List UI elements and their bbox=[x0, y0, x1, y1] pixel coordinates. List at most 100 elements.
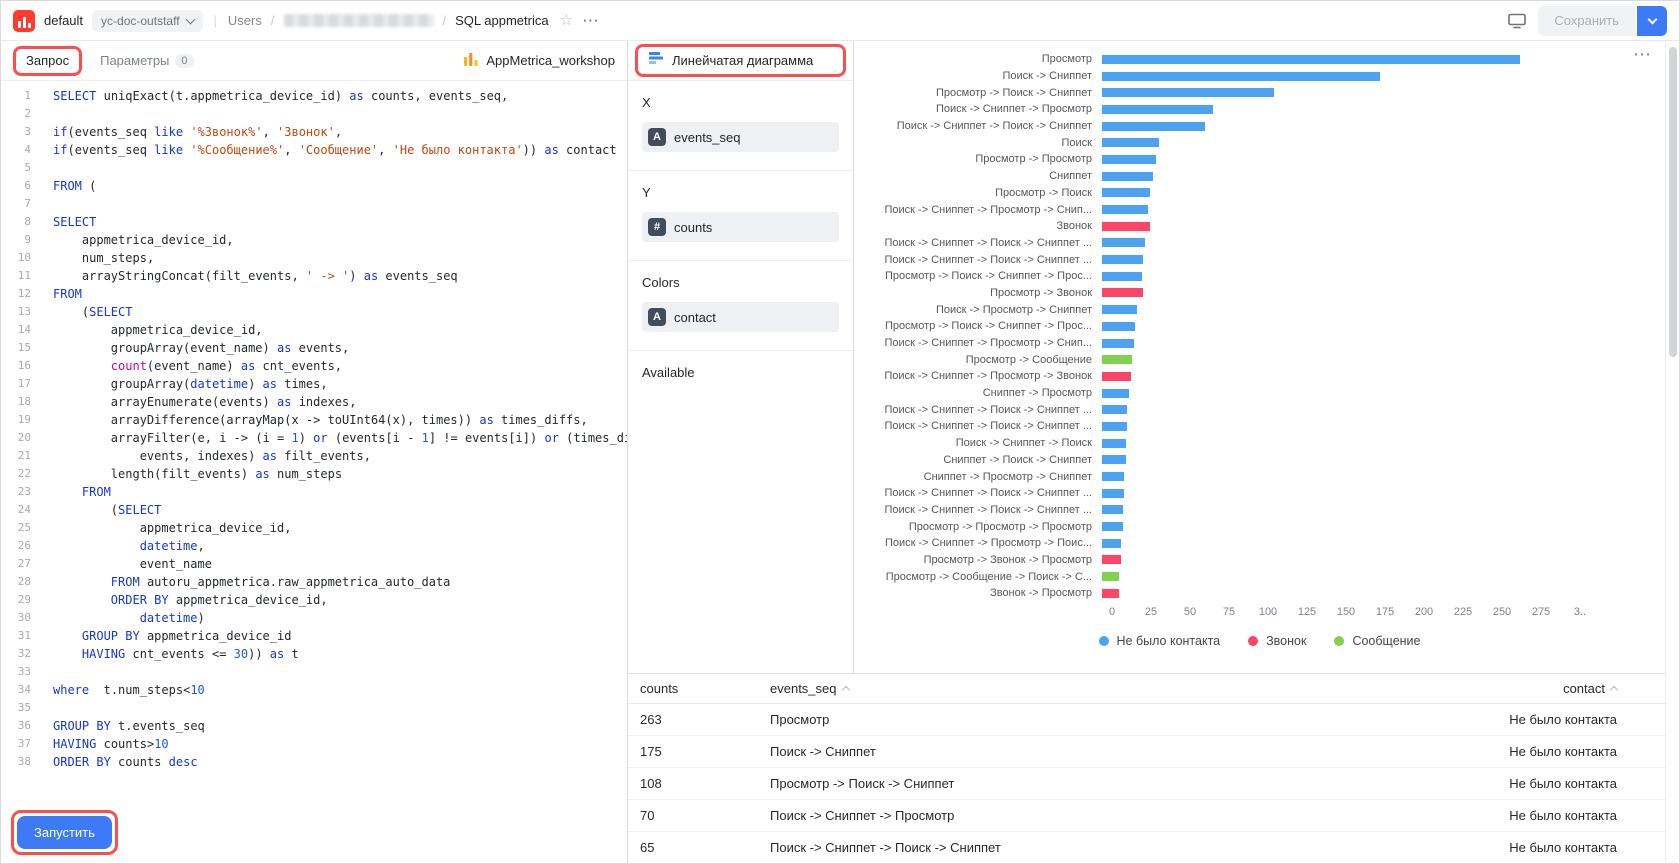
chart-bar[interactable] bbox=[1102, 589, 1119, 598]
chart-category-label: Просмотр -> Поиск -> Сниппет -> Прос... bbox=[854, 320, 1102, 332]
chart-bar[interactable] bbox=[1102, 339, 1134, 348]
chart-row: Просмотр -> Просмотр -> Просмотр bbox=[854, 518, 1665, 535]
chart-bar[interactable] bbox=[1102, 522, 1123, 531]
code-line: 3if(events_seq like '%Звонок%', 'Звонок'… bbox=[1, 123, 627, 141]
legend-item[interactable]: Звонок bbox=[1248, 634, 1306, 648]
line-number: 3 bbox=[1, 123, 31, 141]
upper-area: Линейчатая диаграмма XAevents_seqY#count… bbox=[628, 41, 1665, 673]
result-table-body: 263ПросмотрНе было контакта175Поиск -> С… bbox=[628, 704, 1665, 863]
save-dropdown-button[interactable] bbox=[1637, 6, 1667, 36]
chart-bar[interactable] bbox=[1102, 155, 1156, 164]
chart-bar[interactable] bbox=[1102, 255, 1143, 264]
more-menu-icon[interactable]: ⋯ bbox=[582, 12, 599, 29]
field-chip-counts[interactable]: #counts bbox=[642, 212, 839, 242]
breadcrumb-separator bbox=[271, 13, 275, 28]
code-line: 18 arrayEnumerate(events) as indexes, bbox=[1, 393, 627, 411]
chart-bar[interactable] bbox=[1102, 138, 1159, 147]
chart-category-label: Поиск -> Сниппет -> Поиск -> Сниппет ... bbox=[854, 237, 1102, 249]
column-header-contact[interactable]: contact bbox=[1405, 681, 1665, 696]
field-chip-contact[interactable]: Acontact bbox=[642, 302, 839, 332]
chart-type-title[interactable]: Линейчатая диаграмма bbox=[672, 53, 813, 68]
legend-item[interactable]: Сообщение bbox=[1334, 634, 1420, 648]
chart-row: Поиск -> Сниппет -> Просмотр -> Снип... bbox=[854, 335, 1665, 352]
chart-bar[interactable] bbox=[1102, 288, 1143, 297]
chart-row: Просмотр -> Поиск bbox=[854, 185, 1665, 202]
chart-bar[interactable] bbox=[1102, 405, 1127, 414]
scrollbar-thumb[interactable] bbox=[1669, 47, 1677, 357]
chart-menu-icon[interactable]: ⋯ bbox=[1633, 45, 1651, 63]
chart-bar[interactable] bbox=[1102, 305, 1137, 314]
page-scrollbar[interactable] bbox=[1665, 41, 1679, 863]
run-button[interactable]: Запустить bbox=[17, 816, 112, 849]
code-line: 26 datetime, bbox=[1, 537, 627, 555]
line-number: 13 bbox=[1, 303, 31, 321]
chart-bar[interactable] bbox=[1102, 205, 1148, 214]
preview-icon[interactable] bbox=[1508, 13, 1526, 29]
breadcrumb-users[interactable]: Users bbox=[228, 13, 262, 28]
cell-contact: Не было контакта bbox=[1405, 744, 1665, 759]
chart-row: Звонок bbox=[854, 218, 1665, 235]
line-number: 23 bbox=[1, 483, 31, 501]
chart-rows: ПросмотрПоиск -> СниппетПросмотр -> Поис… bbox=[854, 51, 1665, 602]
code-line: 29 ORDER BY appmetrica_device_id, bbox=[1, 591, 627, 609]
chart-bar[interactable] bbox=[1102, 355, 1132, 364]
chart-bar[interactable] bbox=[1102, 389, 1129, 398]
line-number: 1 bbox=[1, 87, 31, 105]
legend-item[interactable]: Не было контакта bbox=[1099, 634, 1221, 648]
sql-editor[interactable]: 1SELECT uniqExact(t.appmetrica_device_id… bbox=[1, 81, 627, 767]
chart-bar[interactable] bbox=[1102, 322, 1135, 331]
chart-bar[interactable] bbox=[1102, 455, 1126, 464]
chart-category-label: Просмотр -> Просмотр -> Просмотр bbox=[854, 521, 1102, 533]
dataset-selector[interactable]: AppMetrica_workshop bbox=[463, 51, 615, 70]
chart-bar[interactable] bbox=[1102, 555, 1121, 564]
chart-bar[interactable] bbox=[1102, 188, 1150, 197]
code-line: 21 events, indexes) as filt_events, bbox=[1, 447, 627, 465]
chart-bar[interactable] bbox=[1102, 222, 1150, 231]
chart-bar[interactable] bbox=[1102, 439, 1126, 448]
column-header-events_seq[interactable]: events_seq bbox=[770, 681, 1405, 696]
chart-bar[interactable] bbox=[1102, 472, 1124, 481]
chart-bar[interactable] bbox=[1102, 539, 1121, 548]
chart-bar[interactable] bbox=[1102, 55, 1520, 64]
line-number: 4 bbox=[1, 141, 31, 159]
line-number: 33 bbox=[1, 663, 31, 681]
chart-bar[interactable] bbox=[1102, 489, 1124, 498]
cell-counts: 263 bbox=[640, 712, 770, 727]
chart-bar[interactable] bbox=[1102, 505, 1123, 514]
save-button[interactable]: Сохранить bbox=[1538, 6, 1635, 36]
result-table: countsevents_seqcontact 263ПросмотрНе бы… bbox=[628, 673, 1665, 863]
dataset-name: AppMetrica_workshop bbox=[486, 53, 615, 68]
code-line: 33 bbox=[1, 663, 627, 681]
chart-type-icon[interactable] bbox=[648, 50, 664, 71]
chart-category-label: Поиск -> Сниппет -> Поиск bbox=[854, 437, 1102, 449]
folder-chip[interactable]: yc-doc-outstaff bbox=[92, 10, 202, 32]
chart-bar[interactable] bbox=[1102, 105, 1213, 114]
chart-bar[interactable] bbox=[1102, 422, 1127, 431]
field-section-y: Y#counts bbox=[628, 171, 853, 261]
table-row: 108Просмотр -> Поиск -> СниппетНе было к… bbox=[628, 768, 1665, 800]
datalens-logo[interactable] bbox=[13, 10, 35, 32]
field-chip-label: counts bbox=[674, 220, 712, 235]
chart-bar[interactable] bbox=[1102, 122, 1205, 131]
line-number: 18 bbox=[1, 393, 31, 411]
column-header-counts[interactable]: counts bbox=[640, 681, 770, 696]
chart-bar[interactable] bbox=[1102, 88, 1274, 97]
chart-row: Поиск -> Сниппет -> Просмотр -> Поис... bbox=[854, 535, 1665, 552]
chart-bar[interactable] bbox=[1102, 372, 1131, 381]
field-section-label: Available bbox=[642, 365, 839, 380]
line-number: 9 bbox=[1, 231, 31, 249]
redacted-user-email bbox=[284, 14, 434, 27]
chart-bar[interactable] bbox=[1102, 238, 1145, 247]
field-chip-events_seq[interactable]: Aevents_seq bbox=[642, 122, 839, 152]
chart-bar[interactable] bbox=[1102, 72, 1380, 81]
code-line: 37HAVING counts>10 bbox=[1, 735, 627, 753]
tab-parameters[interactable]: Параметры 0 bbox=[100, 53, 193, 68]
favorite-star-icon[interactable]: ☆ bbox=[560, 13, 573, 28]
tab-query[interactable]: Запрос bbox=[26, 53, 69, 68]
chart-row: Просмотр bbox=[854, 51, 1665, 68]
chart-category-label: Звонок bbox=[854, 220, 1102, 232]
chart-bar[interactable] bbox=[1102, 572, 1119, 581]
chart-bar[interactable] bbox=[1102, 272, 1142, 281]
chart-bar[interactable] bbox=[1102, 172, 1153, 181]
code-line: 27 event_name bbox=[1, 555, 627, 573]
